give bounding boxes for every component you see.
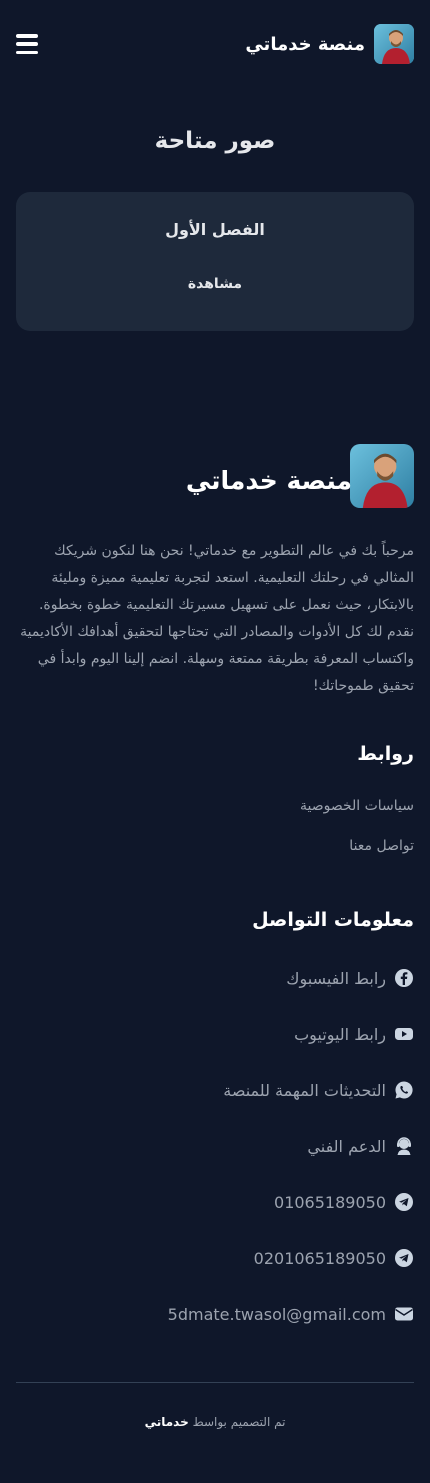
contact-title: معلومات التواصل [252, 909, 414, 931]
links-title: روابط [357, 743, 414, 765]
credit-brand-link[interactable]: خدماتي [145, 1415, 189, 1429]
footer-brand-name: منصة خدماتي [185, 465, 352, 495]
top-navbar: منصة خدماتي [0, 0, 430, 88]
youtube-label: رابط اليوتيوب [294, 1024, 386, 1044]
section-title: صور متاحة [154, 128, 276, 154]
facebook-icon [395, 969, 413, 987]
footer-brand: منصة خدماتي [186, 444, 414, 508]
telegram-phone-link[interactable]: 01065189050 [274, 1190, 414, 1214]
menu-bar [16, 42, 38, 46]
support-label: الدعم الفني [307, 1136, 386, 1156]
whatsapp-link[interactable]: التحديثات المهمة للمنصة [223, 1078, 414, 1102]
facebook-label: رابط الفيسبوك [286, 968, 386, 988]
brand-avatar [374, 24, 414, 64]
chapter-title: الفصل الأول [165, 220, 265, 239]
privacy-policy-link[interactable]: سياسات الخصوصية [300, 798, 414, 814]
phone-label: 01065189050 [274, 1192, 386, 1212]
support-link[interactable]: الدعم الفني [307, 1134, 414, 1158]
about-text: مرحباً بك في عالم التطوير مع خدماتي! نحن… [20, 543, 414, 694]
envelope-icon [395, 1307, 413, 1321]
chapter-card: الفصل الأول مشاهدة [16, 192, 414, 331]
telegram-intl-phone-link[interactable]: 0201065189050 [254, 1246, 414, 1270]
footer-brand-avatar [350, 444, 414, 508]
email-label: 5dmate.twasol@gmail.com [167, 1304, 386, 1324]
intl-phone-label: 0201065189050 [253, 1248, 386, 1268]
brand-link[interactable]: منصة خدماتي [245, 24, 414, 64]
footer-divider [16, 1382, 414, 1383]
menu-bar [16, 34, 38, 38]
contact-us-link[interactable]: تواصل معنا [349, 838, 414, 854]
hamburger-menu-icon[interactable] [16, 34, 38, 54]
telegram-icon [395, 1249, 413, 1267]
menu-bar [16, 50, 38, 54]
whatsapp-label: التحديثات المهمة للمنصة [223, 1080, 386, 1100]
support-agent-icon [397, 1137, 411, 1155]
facebook-link[interactable]: رابط الفيسبوك [286, 966, 414, 990]
youtube-icon [395, 1028, 413, 1040]
email-link[interactable]: 5dmate.twasol@gmail.com [168, 1302, 414, 1326]
whatsapp-icon [395, 1081, 413, 1099]
view-button[interactable]: مشاهدة [16, 276, 414, 292]
page: منصة خدماتي صور متاحة الفصل الأول مشاهدة [0, 0, 430, 1483]
design-credit: تم التصميم بواسط خدماتي [0, 1415, 430, 1429]
brand-name: منصة خدماتي [245, 33, 365, 55]
telegram-icon [395, 1193, 413, 1211]
credit-prefix: تم التصميم بواسط [192, 1415, 286, 1429]
youtube-link[interactable]: رابط اليوتيوب [294, 1022, 414, 1046]
